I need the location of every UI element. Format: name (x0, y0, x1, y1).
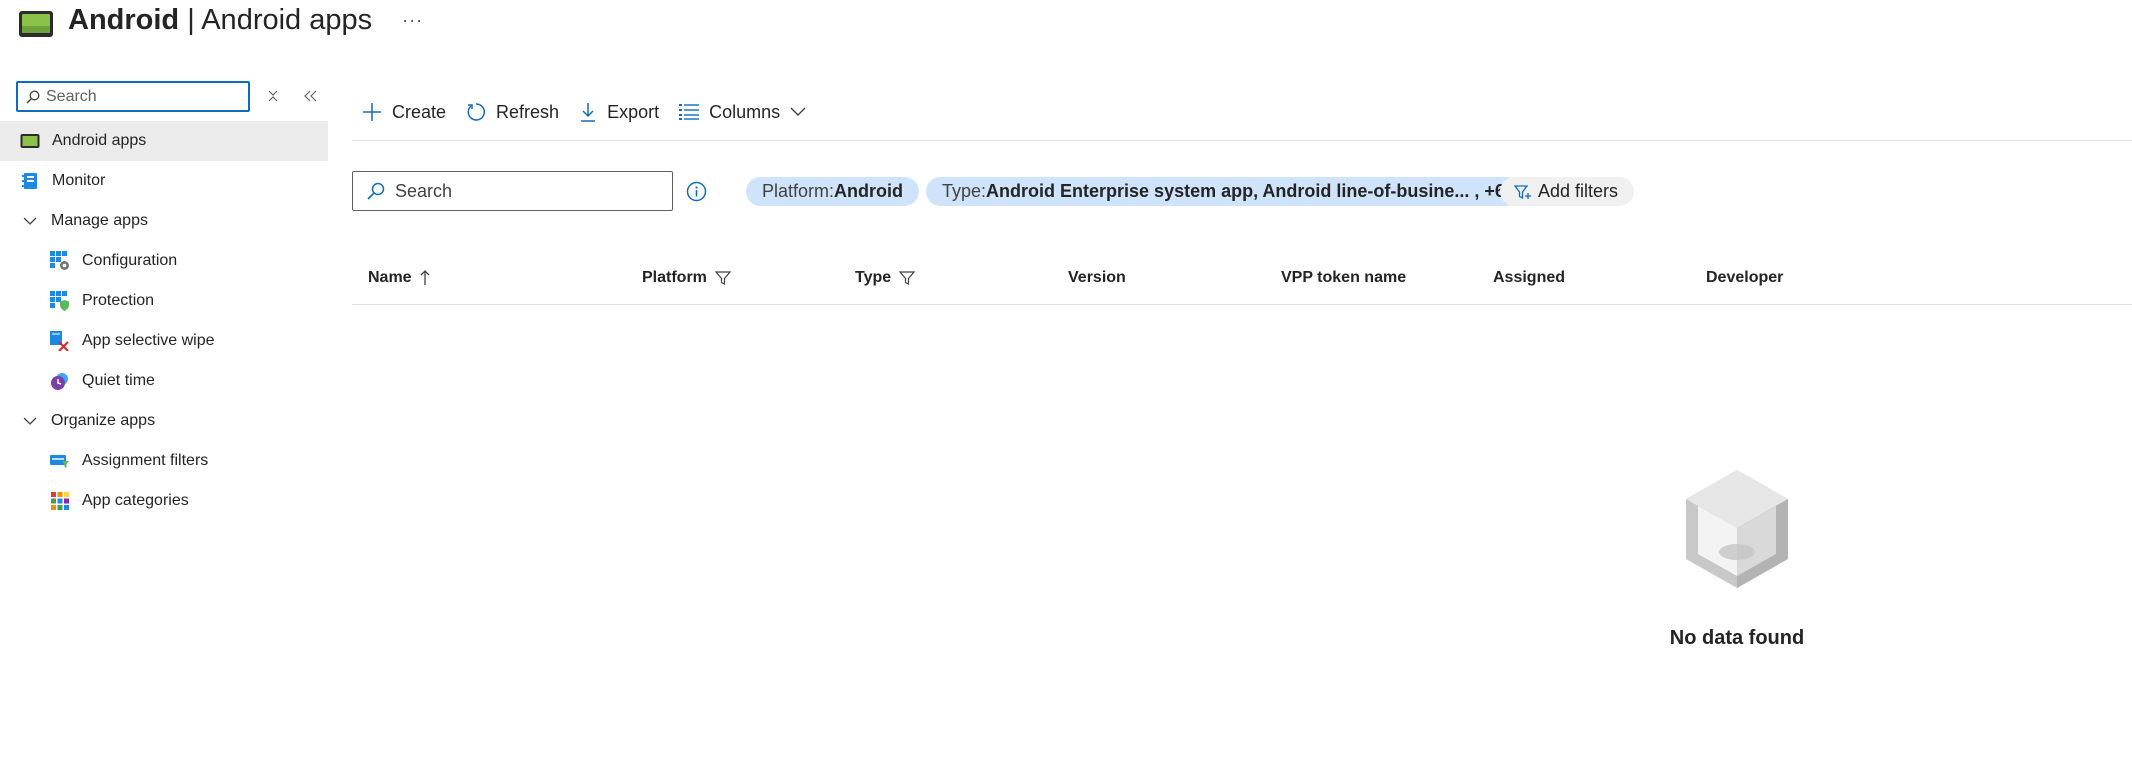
left-nav: Android apps Monitor Manage apps Configu… (0, 121, 328, 521)
add-filter-icon (1514, 184, 1531, 199)
monitor-book-icon (19, 170, 41, 192)
nav-label: Assignment filters (82, 452, 209, 469)
empty-box-icon (1686, 470, 1788, 588)
column-label: Platform (642, 269, 707, 286)
chevron-down-icon (790, 107, 806, 116)
nav-item-assignment-filters[interactable]: Assignment filters (0, 441, 328, 481)
columns-icon (679, 104, 700, 120)
filter-pill-type[interactable]: Type: Android Enterprise system app, And… (926, 177, 1521, 206)
toolbar-divider (352, 140, 2132, 141)
filter-key: Type: (942, 181, 987, 201)
column-label: Name (368, 269, 412, 286)
nav-item-app-categories[interactable]: App categories (0, 481, 328, 521)
refresh-icon (467, 103, 486, 121)
column-label: Developer (1706, 269, 1784, 286)
refresh-button[interactable]: Refresh (466, 102, 559, 123)
title-android: Android (68, 3, 180, 36)
nav-item-android-apps[interactable]: Android apps (0, 121, 328, 161)
export-label: Export (607, 101, 660, 122)
column-header-type[interactable]: Type (855, 269, 916, 287)
add-filters-label: Add filters (1538, 181, 1619, 201)
columns-button[interactable]: Columns (679, 102, 806, 123)
app-categories-icon (49, 490, 71, 512)
create-label: Create (392, 101, 447, 122)
nav-item-protection[interactable]: Protection (0, 281, 328, 321)
page-header: Android | Android apps ··· (18, 0, 423, 40)
page-title: Android | Android apps (68, 4, 372, 37)
double-chevron-left-icon (303, 90, 316, 102)
filter-icon (899, 271, 916, 285)
search-icon (367, 182, 385, 200)
filter-value: Android Enterprise system app, Android l… (986, 181, 1505, 201)
android-device-icon (19, 11, 53, 37)
filter-value: Android (834, 181, 904, 201)
nav-item-app-selective-wipe[interactable]: App selective wipe (0, 321, 328, 361)
column-label: VPP token name (1281, 269, 1407, 286)
nav-label: App categories (82, 492, 189, 509)
chevron-down-icon (23, 417, 37, 426)
selective-wipe-icon (49, 330, 71, 352)
nav-search-input[interactable] (46, 87, 236, 106)
nav-group-organize-apps[interactable]: Organize apps (0, 401, 328, 441)
filter-key: Platform: (762, 181, 835, 201)
create-button[interactable]: Create (362, 102, 446, 123)
nav-group-label: Manage apps (51, 212, 148, 229)
collapse-all-button[interactable] (263, 86, 283, 106)
assignment-filter-icon (49, 450, 71, 472)
more-options-button[interactable]: ··· (402, 10, 423, 31)
plus-icon (363, 103, 381, 121)
column-header-developer[interactable]: Developer (1706, 269, 1783, 287)
nav-item-monitor[interactable]: Monitor (0, 161, 328, 201)
nav-item-quiet-time[interactable]: Quiet time (0, 361, 328, 401)
protection-shield-icon (49, 290, 71, 312)
nav-group-manage-apps[interactable]: Manage apps (0, 201, 328, 241)
nav-label: Android apps (52, 132, 147, 149)
column-label: Version (1068, 269, 1126, 286)
sort-ascending-icon (420, 270, 430, 285)
collapse-all-icon (268, 90, 278, 102)
nav-group-label: Organize apps (51, 412, 156, 429)
nav-label: Quiet time (82, 372, 155, 389)
nav-search-box[interactable] (16, 81, 250, 112)
chevron-down-icon (23, 217, 37, 226)
columns-label: Columns (709, 101, 781, 122)
nav-item-configuration[interactable]: Configuration (0, 241, 328, 281)
empty-state-message: No data found (1669, 627, 1805, 649)
column-label: Type (855, 269, 892, 286)
column-header-assigned[interactable]: Assigned (1493, 269, 1565, 287)
column-header-vpp-token-name[interactable]: VPP token name (1281, 269, 1406, 287)
grid-header: Name Platform Type Version VPP token nam… (352, 259, 2132, 305)
download-icon (581, 103, 596, 122)
nav-label: Protection (82, 292, 155, 309)
filter-pill-platform[interactable]: Platform: Android (746, 177, 920, 206)
add-filters-button[interactable]: Add filters (1500, 177, 1635, 206)
filter-icon (714, 271, 731, 285)
title-separator: | (179, 3, 202, 36)
column-header-version[interactable]: Version (1068, 269, 1126, 287)
title-android-apps: Android apps (201, 3, 373, 36)
nav-label: App selective wipe (82, 332, 215, 349)
column-header-platform[interactable]: Platform (642, 269, 731, 287)
collapse-menu-button[interactable] (300, 86, 320, 106)
search-icon (26, 90, 40, 103)
configuration-grid-icon (49, 250, 71, 272)
grid-search-input[interactable] (395, 180, 655, 202)
export-button[interactable]: Export (579, 102, 659, 123)
nav-label: Configuration (82, 252, 178, 269)
quiet-time-icon (49, 370, 71, 392)
command-bar: Create Refresh Export Columns (362, 97, 826, 127)
android-device-icon (19, 130, 41, 152)
column-header-name[interactable]: Name (368, 269, 430, 287)
grid-search-box[interactable] (352, 171, 673, 211)
info-icon[interactable] (686, 181, 707, 202)
refresh-label: Refresh (496, 101, 560, 122)
column-label: Assigned (1493, 269, 1566, 286)
nav-label: Monitor (52, 172, 106, 189)
